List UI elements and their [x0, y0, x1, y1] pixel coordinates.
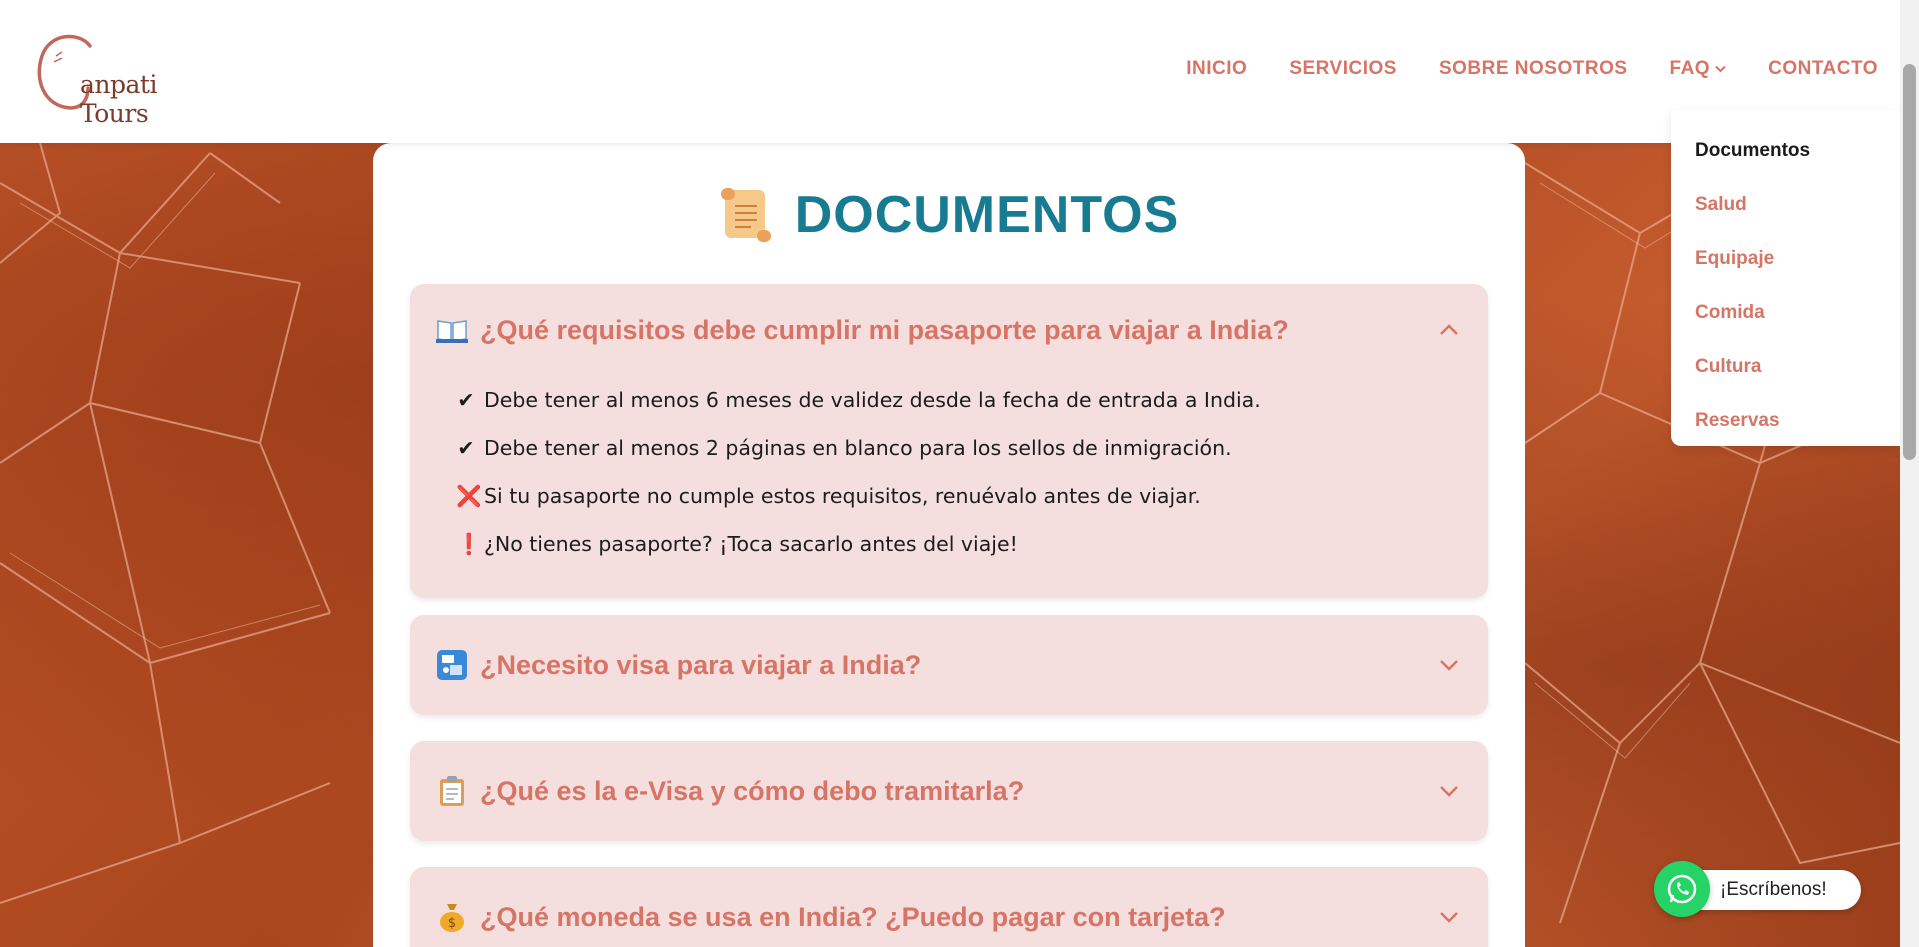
nav-contacto[interactable]: CONTACTO [1768, 58, 1878, 80]
answer-text: ¿No tienes pasaporte? ¡Toca sacarlo ante… [484, 532, 1018, 556]
exclamation-icon: ❗ [456, 531, 482, 556]
check-mark-icon: ✔ [457, 388, 475, 412]
faq-question-text: ¿Qué moneda se usa en India? ¿Puedo paga… [480, 901, 1226, 932]
faq-menu-documentos[interactable]: Documentos [1671, 124, 1900, 178]
answer-line: ❌ Si tu pasaporte no cumple estos requis… [456, 472, 1488, 520]
scrollbar-thumb[interactable] [1903, 64, 1916, 460]
cross-mark-icon: ❌ [456, 483, 482, 508]
chevron-down-icon [1715, 65, 1726, 73]
faq-dropdown-menu: Documentos Salud Equipaje Comida Cultura… [1671, 110, 1900, 446]
site-header: anpati Tours INICIO SERVICIOS SOBRE NOSO… [0, 0, 1900, 143]
faq-content-card: DOCUMENTOS ¿Qué requisitos debe cumplir … [373, 143, 1525, 947]
faq-menu-reservas[interactable]: Reservas [1671, 394, 1900, 448]
passport-control-icon [436, 649, 468, 681]
faq-question-text: ¿Necesito visa para viajar a India? [480, 649, 922, 680]
answer-line: ✔ Debe tener al menos 6 meses de validez… [456, 376, 1488, 424]
whatsapp-icon[interactable] [1654, 861, 1710, 917]
open-book-icon [436, 314, 468, 346]
svg-text:$: $ [448, 916, 456, 931]
chevron-down-icon[interactable] [1436, 652, 1462, 678]
logo-text: anpati Tours [80, 70, 157, 128]
section-title: DOCUMENTOS [794, 186, 1180, 244]
faq-menu-comida[interactable]: Comida [1671, 286, 1900, 340]
whatsapp-button[interactable]: ¡Escríbenos! [1654, 861, 1861, 917]
page-scrollbar[interactable] [1900, 0, 1919, 947]
chevron-down-icon[interactable] [1436, 904, 1462, 930]
faq-item-passport: ¿Qué requisitos debe cumplir mi pasaport… [410, 284, 1488, 598]
logo[interactable]: anpati Tours [30, 28, 220, 128]
faq-question-text: ¿Qué es la e-Visa y cómo debo tramitarla… [480, 775, 1025, 806]
faq-question-row[interactable]: $ ¿Qué moneda se usa en India? ¿Puedo pa… [410, 867, 1488, 947]
nav-faq[interactable]: FAQ [1670, 58, 1727, 80]
answer-line: ❗ ¿No tienes pasaporte? ¡Toca sacarlo an… [456, 520, 1488, 568]
answer-line: ✔ Debe tener al menos 2 páginas en blanc… [456, 424, 1488, 472]
main-nav: INICIO SERVICIOS SOBRE NOSOTROS FAQ CONT… [1186, 58, 1878, 80]
money-bag-icon: $ [436, 901, 468, 933]
nav-faq-label: FAQ [1669, 58, 1711, 79]
clipboard-icon [436, 775, 468, 807]
nav-servicios[interactable]: SERVICIOS [1289, 58, 1397, 80]
faq-item-evisa: ¿Qué es la e-Visa y cómo debo tramitarla… [410, 741, 1488, 841]
faq-menu-cultura[interactable]: Cultura [1671, 340, 1900, 394]
faq-answer: ✔ Debe tener al menos 6 meses de validez… [410, 376, 1488, 598]
answer-text: Debe tener al menos 6 meses de validez d… [484, 388, 1261, 412]
nav-sobre-nosotros[interactable]: SOBRE NOSOTROS [1439, 58, 1628, 80]
faq-item-visa: ¿Necesito visa para viajar a India? [410, 615, 1488, 715]
faq-menu-equipaje[interactable]: Equipaje [1671, 232, 1900, 286]
faq-question-text: ¿Qué requisitos debe cumplir mi pasaport… [480, 314, 1289, 345]
check-mark-icon: ✔ [457, 436, 475, 460]
faq-item-currency: $ ¿Qué moneda se usa en India? ¿Puedo pa… [410, 867, 1488, 947]
faq-question-row[interactable]: ¿Qué es la e-Visa y cómo debo tramitarla… [410, 741, 1488, 841]
section-heading: DOCUMENTOS [373, 185, 1525, 245]
scroll-icon [720, 188, 771, 242]
chevron-up-icon[interactable] [1436, 317, 1462, 343]
nav-inicio[interactable]: INICIO [1186, 58, 1247, 80]
answer-text: Debe tener al menos 2 páginas en blanco … [484, 436, 1232, 460]
faq-menu-salud[interactable]: Salud [1671, 178, 1900, 232]
faq-question-row[interactable]: ¿Necesito visa para viajar a India? [410, 615, 1488, 715]
chevron-down-icon[interactable] [1436, 778, 1462, 804]
faq-question-row[interactable]: ¿Qué requisitos debe cumplir mi pasaport… [410, 284, 1488, 376]
answer-text: Si tu pasaporte no cumple estos requisit… [484, 484, 1201, 508]
